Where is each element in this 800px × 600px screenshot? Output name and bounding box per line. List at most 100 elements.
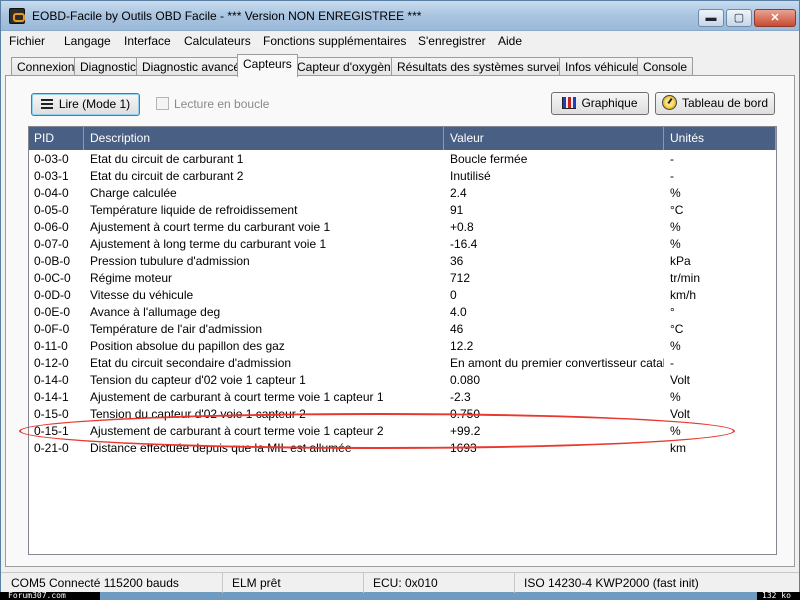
tab-diagnostic[interactable]: Diagnostic — [74, 57, 143, 76]
graph-button[interactable]: Graphique — [551, 92, 649, 115]
row-description: Vitesse du véhicule — [90, 288, 194, 302]
sensor-list[interactable]: PID Description Valeur Unités 0-03-0 Etat… — [28, 126, 777, 555]
table-row[interactable]: 0-14-0 Tension du capteur d'02 voie 1 cap… — [29, 372, 776, 389]
row-description: Température de l'air d'admission — [90, 322, 262, 336]
dashboard-button[interactable]: Tableau de bord — [655, 92, 775, 115]
table-row[interactable]: 0-0F-0 Température de l'air d'admission 46… — [29, 321, 776, 338]
table-row[interactable]: 0-21-0 Distance effectuée depuis que la M… — [29, 440, 776, 457]
column-header-description[interactable]: Description — [85, 127, 444, 150]
row-unit: % — [670, 186, 681, 200]
tab-strip: Connexion Diagnostic Diagnostic avancé C… — [1, 54, 799, 77]
table-row[interactable]: 0-04-0 Charge calculée 2.4% — [29, 185, 776, 202]
watermark-right: 132 ko — [757, 592, 800, 600]
row-value: En amont du premier convertisseur cataly… — [450, 356, 664, 370]
table-row[interactable]: 0-0B-0 Pression tubulure d'admission 36 kPa — [29, 253, 776, 270]
menu-langage[interactable]: Langage — [64, 34, 111, 48]
row-unit: kPa — [670, 254, 691, 268]
row-value: Inutilisé — [450, 169, 491, 183]
table-row[interactable]: 0-14-1 Ajustement de carburant à court te… — [29, 389, 776, 406]
status-bar: COM5 Connecté 115200 bauds ELM prêt ECU:… — [1, 572, 799, 593]
table-row[interactable]: 0-11-0 Position absolue du papillon des g… — [29, 338, 776, 355]
row-unit: - — [670, 356, 674, 370]
row-value: 12.2 — [450, 339, 474, 353]
row-value: -2.3 — [450, 390, 471, 404]
table-row[interactable]: 0-05-0 Température liquide de refroidisse… — [29, 202, 776, 219]
obd-app-icon[interactable] — [9, 8, 25, 24]
column-header-valeur[interactable]: Valeur — [445, 127, 664, 150]
row-pid: 0-0F-0 — [34, 322, 70, 336]
loop-reading-checkbox[interactable] — [156, 97, 169, 110]
table-row[interactable]: 0-03-0 Etat du circuit de carburant 1 Bouc… — [29, 151, 776, 168]
row-pid: 0-03-0 — [34, 152, 69, 166]
menu-aide[interactable]: Aide — [498, 34, 522, 48]
table-row[interactable]: 0-07-0 Ajustement à long terme du carbura… — [29, 236, 776, 253]
read-mode1-label: Lire (Mode 1) — [58, 97, 131, 111]
table-row[interactable]: 0-0C-0 Régime moteur 712 tr/min — [29, 270, 776, 287]
row-value: 712 — [450, 271, 471, 285]
status-ecu: ECU: 0x010 — [365, 573, 515, 593]
table-row[interactable]: 0-15-0 Tension du capteur d'02 voie 1 cap… — [29, 406, 776, 423]
tab-connexion[interactable]: Connexion — [11, 57, 81, 76]
tab-capteurs[interactable]: Capteurs — [237, 54, 298, 77]
table-row[interactable]: 0-06-0 Ajustement à court terme du carbur… — [29, 219, 776, 236]
row-pid: 0-0E-0 — [34, 305, 71, 319]
menu-calculateurs[interactable]: Calculateurs — [184, 34, 251, 48]
row-description: Régime moteur — [90, 271, 173, 285]
table-row[interactable]: 0-12-0 Etat du circuit secondaire d'admis… — [29, 355, 776, 372]
table-row[interactable]: 0-03-1 Etat du circuit de carburant 2 Inut… — [29, 168, 776, 185]
watermark-left: Forum307.com — [0, 592, 100, 600]
row-unit: Volt — [670, 373, 691, 387]
row-unit: ° — [670, 305, 675, 319]
row-value: 91 — [450, 203, 464, 217]
title-bar[interactable]: EOBD-Facile by Outils OBD Facile - *** V… — [1, 1, 799, 31]
row-pid: 0-03-1 — [34, 169, 69, 183]
row-value: 2.4 — [450, 186, 467, 200]
loop-reading-option[interactable]: Lecture en boucle — [156, 97, 269, 113]
row-value: Boucle fermée — [450, 152, 528, 166]
row-unit: % — [670, 237, 681, 251]
row-unit: °C — [670, 322, 684, 336]
row-unit: km/h — [670, 288, 697, 302]
status-com: COM5 Connecté 115200 bauds — [3, 573, 223, 593]
list-icon — [40, 99, 53, 109]
row-value: 4.0 — [450, 305, 467, 319]
table-row[interactable]: 0-15-1 Ajustement de carburant à court te… — [29, 423, 776, 440]
menu-fonctions-supplementaires[interactable]: Fonctions supplémentaires — [263, 34, 406, 48]
read-mode1-button[interactable]: Lire (Mode 1) — [31, 93, 140, 116]
row-description: Distance effectuée depuis que la MIL est… — [90, 441, 352, 455]
row-pid: 0-15-0 — [34, 407, 69, 421]
menu-fichier[interactable]: Fichier — [9, 34, 45, 48]
row-value: 46 — [450, 322, 464, 336]
row-pid: 0-0C-0 — [34, 271, 71, 285]
menu-enregistrer[interactable]: S'enregistrer — [418, 34, 486, 48]
row-pid: 0-11-0 — [34, 339, 68, 353]
table-row[interactable]: 0-0D-0 Vitesse du véhicule 0 km/h — [29, 287, 776, 304]
row-description: Etat du circuit de carburant 1 — [90, 152, 244, 166]
minimize-button[interactable]: ▬ — [698, 9, 724, 27]
gauge-icon — [661, 95, 677, 110]
tab-capteur-oxygene[interactable]: Capteur d'oxygène — [291, 57, 404, 76]
tab-resultats-systemes[interactable]: Résultats des systèmes surveillés — [391, 57, 584, 76]
status-protocol: ISO 14230-4 KWP2000 (fast init) — [524, 576, 699, 590]
tab-infos-vehicule[interactable]: Infos véhicule — [559, 57, 645, 76]
row-unit: °C — [670, 203, 684, 217]
capteurs-panel: Lire (Mode 1) Lecture en boucle Graphiqu… — [5, 75, 795, 567]
list-header: PID Description Valeur Unités — [29, 127, 776, 150]
row-description: Ajustement de carburant à court terme vo… — [90, 424, 384, 438]
column-header-pid[interactable]: PID — [29, 127, 84, 150]
menu-interface[interactable]: Interface — [124, 34, 171, 48]
tab-diagnostic-avance[interactable]: Diagnostic avancé — [136, 57, 247, 76]
tab-console[interactable]: Console — [637, 57, 694, 76]
close-button[interactable]: ✕ — [754, 9, 796, 27]
column-header-unites[interactable]: Unités — [665, 127, 776, 150]
menu-bar: Fichier Langage Interface Calculateurs F… — [1, 32, 799, 52]
row-value: 1693 — [450, 441, 477, 455]
table-row[interactable]: 0-0E-0 Avance à l'allumage deg 4.0 ° — [29, 304, 776, 321]
row-value: 36 — [450, 254, 464, 268]
maximize-button[interactable]: ▢ — [726, 9, 752, 27]
window-title: EOBD-Facile by Outils OBD Facile - *** V… — [32, 9, 422, 23]
row-description: Etat du circuit secondaire d'admission — [90, 356, 292, 370]
row-value: +99.2 — [450, 424, 481, 438]
row-pid: 0-0D-0 — [34, 288, 71, 302]
row-value: 0.080 — [450, 373, 481, 387]
